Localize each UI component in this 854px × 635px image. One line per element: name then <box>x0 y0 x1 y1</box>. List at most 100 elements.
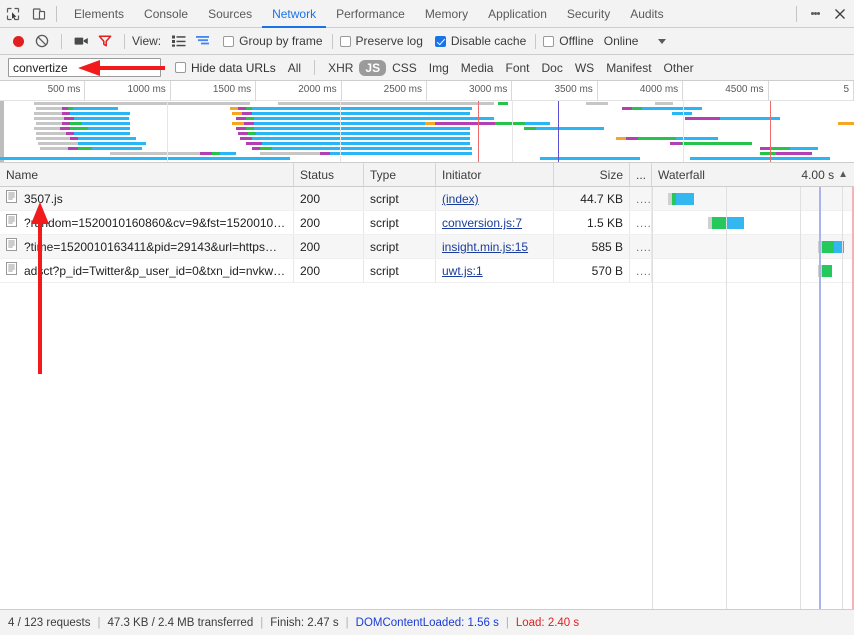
waterfall-download-segment <box>676 193 694 205</box>
cell-name[interactable]: ?random=1520010160860&cv=9&fst=15200101.… <box>0 211 294 234</box>
overview-request-bar <box>34 117 64 120</box>
camera-icon[interactable] <box>69 29 93 53</box>
filter-type-doc[interactable]: Doc <box>536 60 569 76</box>
cell-name[interactable]: ?time=1520010163411&pid=29143&url=https%… <box>0 235 294 258</box>
overview-request-bar <box>68 147 78 150</box>
column-header-size[interactable]: Size <box>554 163 630 186</box>
throttling-value[interactable]: Online <box>604 34 639 48</box>
overview-request-bar <box>186 162 276 163</box>
overview-request-bar <box>586 102 608 105</box>
record-icon[interactable] <box>6 29 30 53</box>
overview-request-bar <box>272 147 472 150</box>
waterfall-gridline <box>652 187 653 611</box>
list-view-icon[interactable] <box>167 29 191 53</box>
tab-performance[interactable]: Performance <box>326 0 415 28</box>
toolbar-divider <box>56 5 57 22</box>
overview-request-bar <box>34 112 62 115</box>
preserve-log-checkbox[interactable]: Preserve log <box>339 34 423 48</box>
cell-name[interactable]: adsct?p_id=Twitter&p_user_id=0&txn_id=nv… <box>0 259 294 282</box>
overview-request-bar <box>435 122 495 125</box>
overview-request-bar <box>240 137 252 140</box>
requests-table-body[interactable]: 3507.js 200 script (index) 44.7 KB... ?random… <box>0 187 854 611</box>
clear-icon[interactable] <box>30 29 54 53</box>
offline-label: Offline <box>559 34 594 48</box>
close-icon[interactable] <box>826 1 854 27</box>
group-by-frame-checkbox[interactable]: Group by frame <box>223 34 323 48</box>
disable-cache-checkbox[interactable]: Disable cache <box>434 34 527 48</box>
more-options-icon[interactable] <box>804 1 826 27</box>
cell-overflow: ... <box>630 259 652 282</box>
chevron-down-icon[interactable] <box>658 38 667 44</box>
overview-request-bar <box>655 102 673 105</box>
filter-funnel-icon[interactable] <box>93 29 117 53</box>
overview-requests-canvas[interactable] <box>0 101 854 162</box>
column-header-name[interactable]: Name <box>0 163 294 186</box>
overview-request-bar <box>248 132 256 135</box>
overview-request-bar <box>200 152 212 155</box>
overview-request-bar <box>760 152 776 155</box>
cell-initiator: (index) <box>436 187 554 210</box>
cell-overflow: ... <box>630 187 652 210</box>
tab-elements[interactable]: Elements <box>64 0 134 28</box>
filter-type-ws[interactable]: WS <box>569 60 600 76</box>
cell-name[interactable]: 3507.js <box>0 187 294 210</box>
filter-type-js[interactable]: JS <box>359 59 387 76</box>
filter-type-font[interactable]: Font <box>499 60 535 76</box>
filter-type-xhr[interactable]: XHR <box>322 60 359 76</box>
network-filter-toolbar: Hide data URLs All XHR JS CSS Img Media … <box>0 55 854 81</box>
preserve-log-label: Preserve log <box>355 34 423 48</box>
overview-request-bar <box>92 147 142 150</box>
offline-checkbox[interactable]: Offline <box>543 34 594 48</box>
column-header-status[interactable]: Status <box>294 163 364 186</box>
overview-request-bar <box>720 117 780 120</box>
overview-domcontentloaded-marker <box>558 101 559 162</box>
overview-request-bar <box>540 157 640 160</box>
overview-request-bar <box>790 147 818 150</box>
filter-type-manifest[interactable]: Manifest <box>600 60 657 76</box>
status-sep-2: | <box>260 616 264 629</box>
initiator-link[interactable]: insight.min.js:15 <box>442 240 528 254</box>
overview-request-bar <box>64 117 74 120</box>
tab-audits[interactable]: Audits <box>620 0 673 28</box>
disable-cache-label: Disable cache <box>450 34 527 48</box>
controls-divider-3 <box>331 33 333 49</box>
overview-request-bar <box>495 122 525 125</box>
hide-data-urls-checkbox[interactable]: Hide data URLs <box>175 61 276 75</box>
overview-request-bar <box>330 152 472 155</box>
overview-request-bar <box>232 112 242 115</box>
disable-cache-box <box>434 35 446 47</box>
filter-type-all[interactable]: All <box>282 60 307 76</box>
tab-memory[interactable]: Memory <box>415 0 478 28</box>
filter-type-other[interactable]: Other <box>658 60 700 76</box>
overview-request-bar <box>626 137 638 140</box>
column-header-type[interactable]: Type <box>364 163 436 186</box>
tab-network[interactable]: Network <box>262 0 327 28</box>
overview-request-bar <box>160 162 170 163</box>
request-name: 3507.js <box>24 191 63 206</box>
request-name: ?random=1520010160860&cv=9&fst=15200101.… <box>24 215 287 230</box>
device-toolbar-icon[interactable] <box>26 1 52 27</box>
tab-sources[interactable]: Sources <box>198 0 262 28</box>
filter-input[interactable] <box>8 58 161 77</box>
tab-application[interactable]: Application <box>478 0 557 28</box>
initiator-link[interactable]: conversion.js:7 <box>442 216 522 230</box>
column-header-initiator[interactable]: Initiator <box>436 163 554 186</box>
cell-waterfall <box>652 235 854 258</box>
filter-type-css[interactable]: CSS <box>386 60 423 76</box>
filter-type-img[interactable]: Img <box>423 60 455 76</box>
inspect-element-icon[interactable] <box>0 1 26 27</box>
network-overview[interactable]: 500 ms 1000 ms 1500 ms 2000 ms 2500 ms 3000 m… <box>0 81 854 163</box>
column-header-[interactable]: ... <box>630 163 652 186</box>
waterfall-view-icon[interactable] <box>191 29 215 53</box>
initiator-link[interactable]: (index) <box>442 192 479 206</box>
column-header-waterfall[interactable]: Waterfall 4.00 s ▲ <box>652 163 854 186</box>
initiator-link[interactable]: uwt.js:1 <box>442 264 483 278</box>
tab-console[interactable]: Console <box>134 0 198 28</box>
filter-type-media[interactable]: Media <box>455 60 500 76</box>
tab-security[interactable]: Security <box>557 0 620 28</box>
overview-left-handle[interactable] <box>0 101 4 162</box>
overview-request-bar <box>78 147 92 150</box>
overview-request-bar <box>82 122 130 125</box>
cell-type: script <box>364 235 436 258</box>
load-time: Load: 2.40 s <box>515 616 580 629</box>
